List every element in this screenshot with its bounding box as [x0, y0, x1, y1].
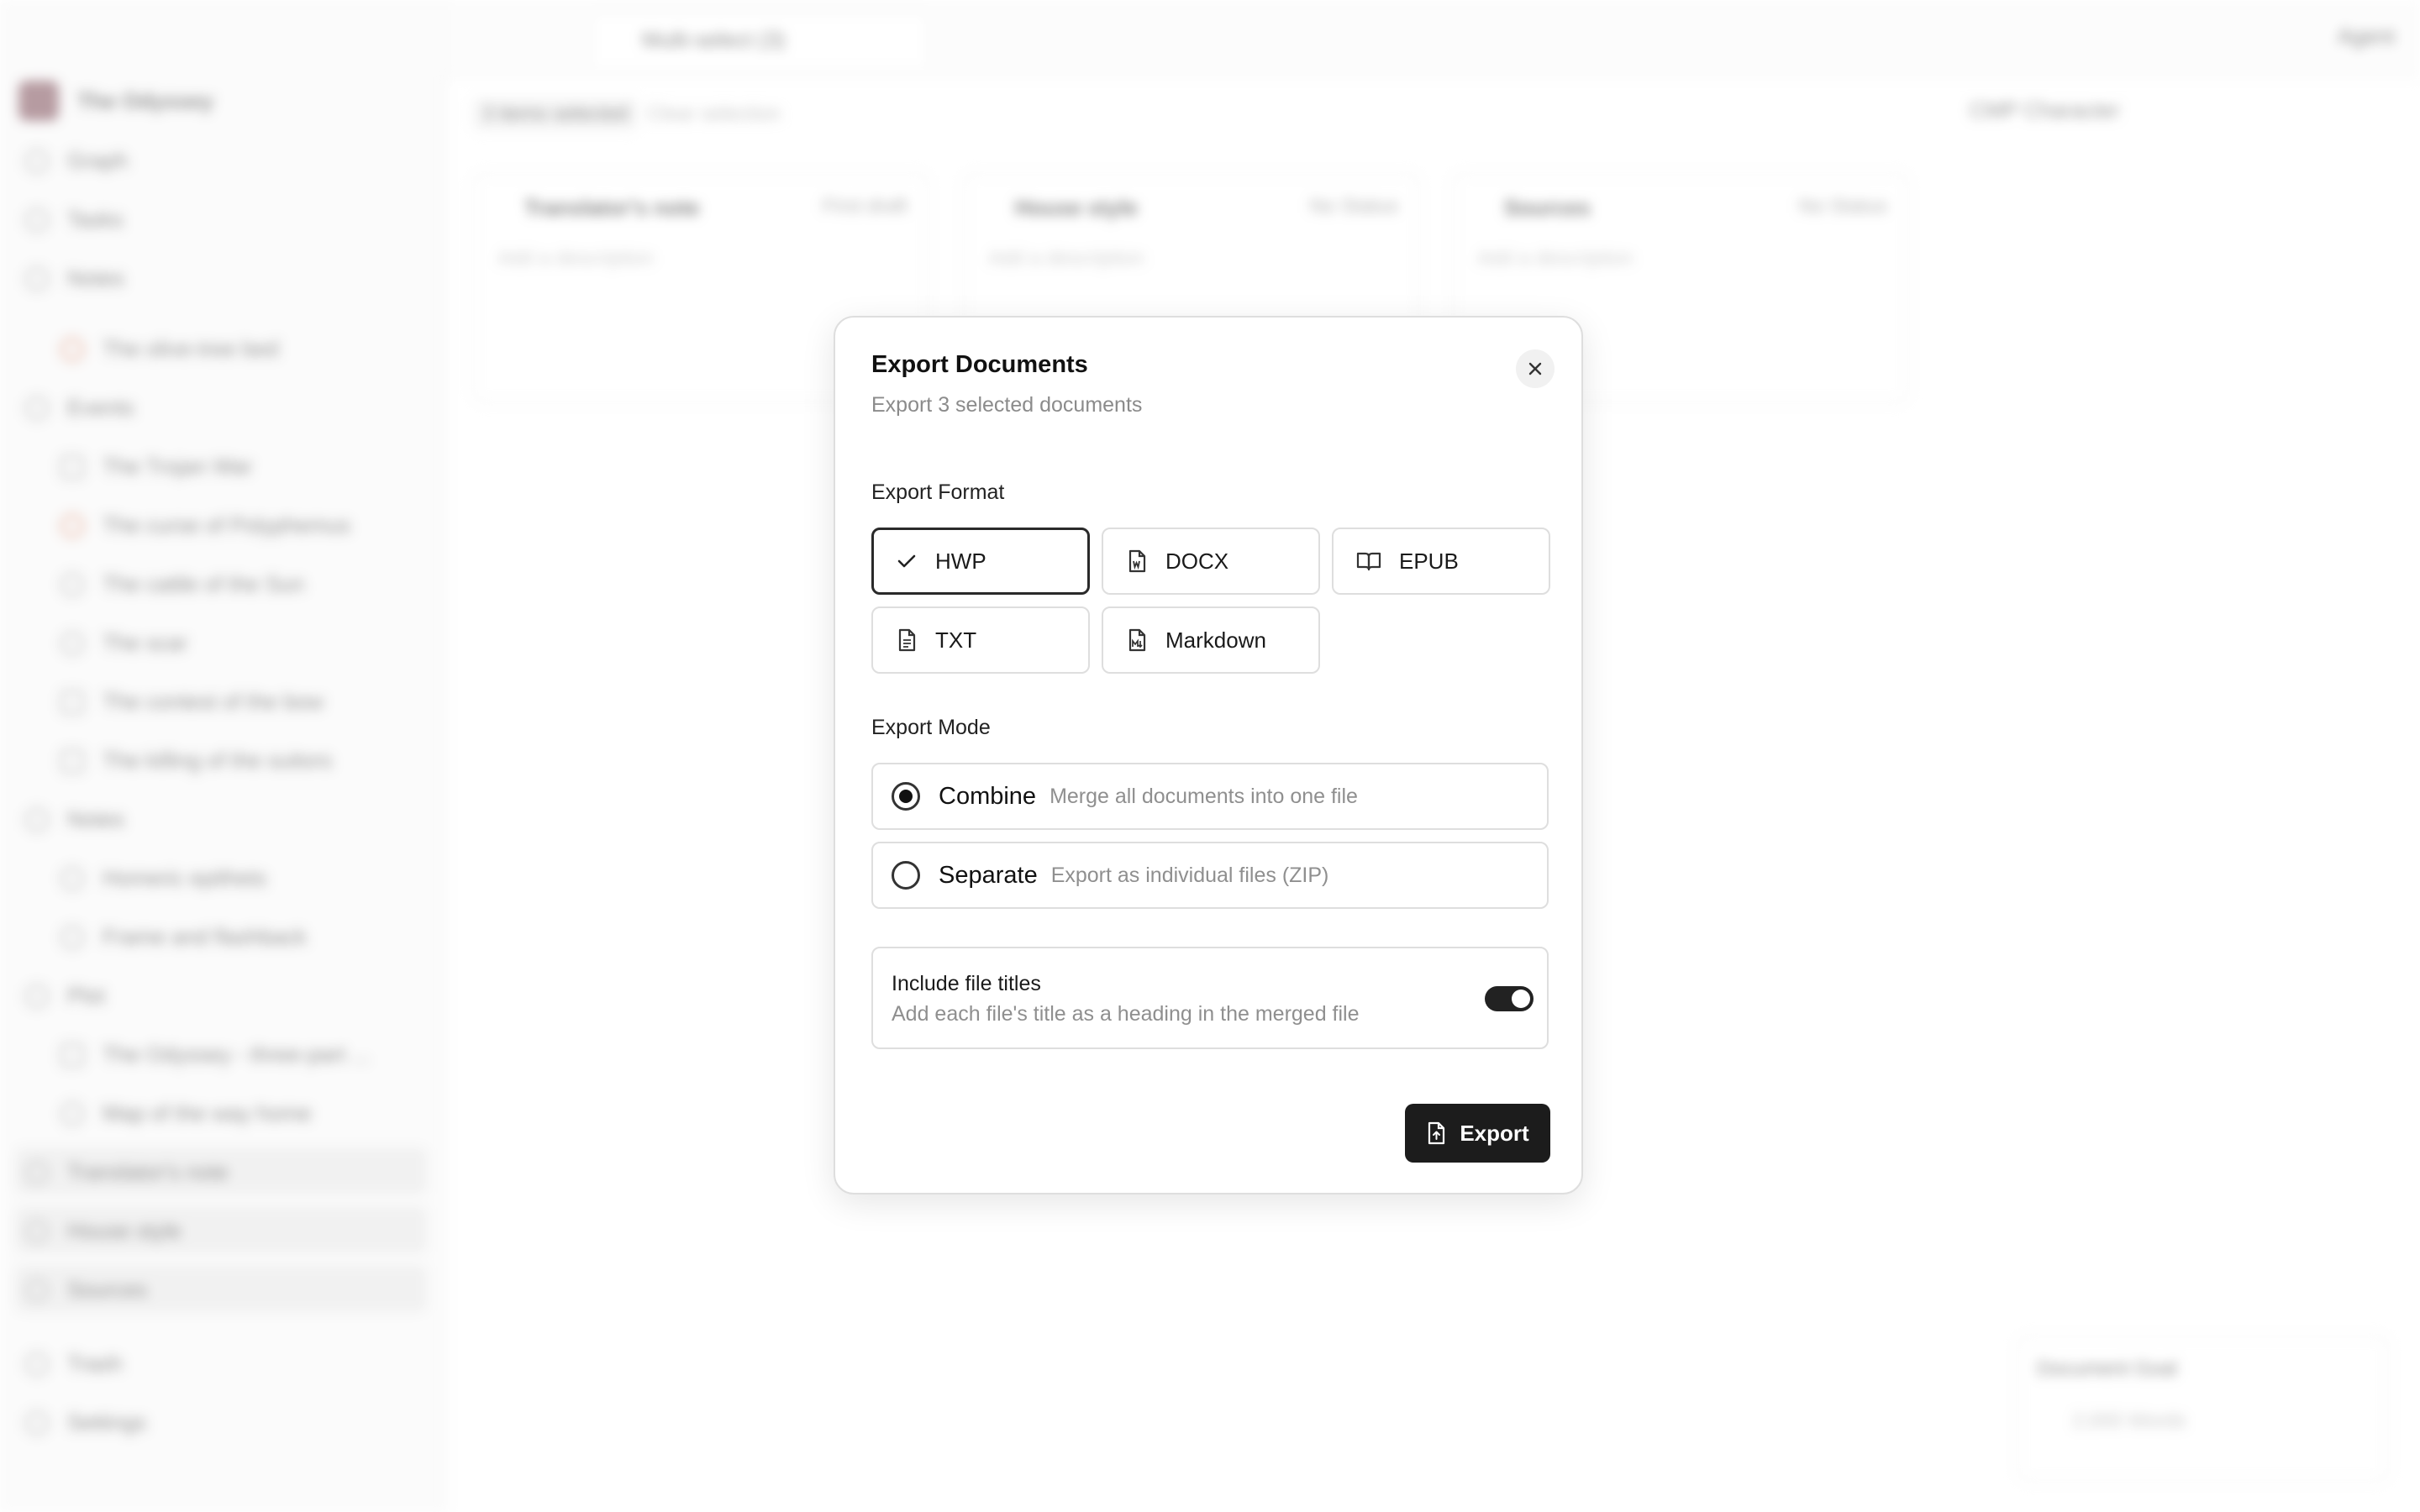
format-label: Markdown [1165, 627, 1266, 653]
format-label: DOCX [1165, 548, 1229, 574]
toggle-knob [1512, 990, 1530, 1008]
radio-dot [899, 790, 913, 803]
format-label: EPUB [1399, 548, 1459, 574]
format-option-txt[interactable]: TXT [871, 606, 1090, 674]
dialog-title: Export Documents [871, 351, 1088, 378]
file-export-icon [1428, 1121, 1445, 1145]
format-option-hwp[interactable]: HWP [871, 528, 1090, 595]
check-icon [897, 554, 916, 568]
file-markdown-icon [1128, 628, 1146, 652]
include-titles-description: Add each file's title as a heading in th… [892, 1002, 1360, 1026]
mode-option-combine[interactable]: Combine Merge all documents into one fil… [871, 763, 1549, 830]
format-option-epub[interactable]: EPUB [1332, 528, 1550, 595]
format-label: TXT [935, 627, 977, 653]
export-mode-label: Export Mode [871, 716, 991, 739]
export-dialog: Export Documents Export 3 selected docum… [834, 316, 1583, 1194]
export-button-label: Export [1460, 1120, 1529, 1146]
include-titles-label: Include file titles [892, 972, 1041, 995]
mode-description: Merge all documents into one file [1050, 784, 1358, 808]
mode-label: Combine [939, 782, 1037, 810]
mode-option-separate[interactable]: Separate Export as individual files (ZIP… [871, 842, 1549, 909]
mode-description: Export as individual files (ZIP) [1050, 863, 1329, 887]
dialog-subtitle: Export 3 selected documents [871, 393, 1143, 417]
file-word-icon [1128, 549, 1146, 573]
mode-label: Separate [939, 861, 1038, 889]
include-titles-toggle[interactable] [1485, 986, 1534, 1011]
format-option-markdown[interactable]: Markdown [1102, 606, 1320, 674]
format-label: HWP [935, 548, 986, 574]
file-text-icon [898, 628, 916, 652]
close-button[interactable] [1516, 349, 1555, 388]
format-option-docx[interactable]: DOCX [1102, 528, 1320, 595]
radio-button-selected[interactable] [892, 782, 920, 811]
book-open-icon [1356, 552, 1381, 571]
close-icon [1528, 362, 1542, 375]
export-format-label: Export Format [871, 480, 1005, 504]
include-titles-option: Include file titles Add each file's titl… [871, 947, 1549, 1049]
export-button[interactable]: Export [1405, 1104, 1550, 1163]
radio-button[interactable] [892, 861, 920, 890]
